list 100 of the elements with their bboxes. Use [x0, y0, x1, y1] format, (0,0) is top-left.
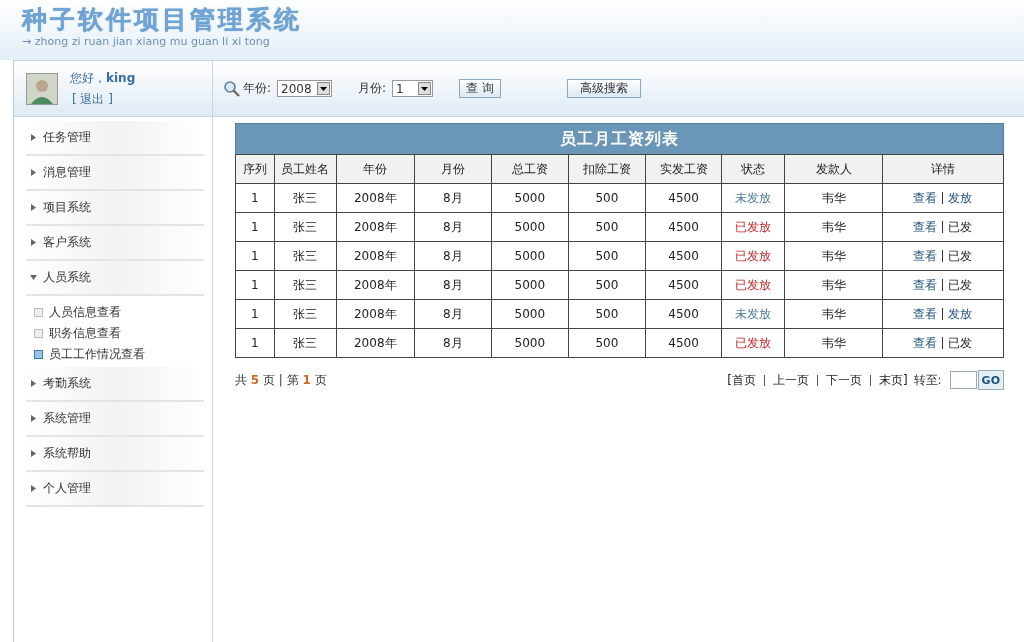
status-cell: 未发放	[721, 183, 785, 213]
sidebar-subitem[interactable]: 员工工作情况查看	[34, 346, 212, 363]
column-header: 总工资	[491, 154, 569, 184]
caret-right-icon	[30, 415, 37, 422]
view-link[interactable]: 查看	[913, 248, 938, 263]
table-cell: 1	[235, 270, 275, 300]
status-cell: 未发放	[721, 299, 785, 329]
column-header: 扣除工资	[568, 154, 646, 184]
table-cell: 韦华	[784, 299, 883, 329]
table-cell: 1	[235, 328, 275, 358]
table-cell: 张三	[274, 183, 337, 213]
year-select[interactable]: 2008	[277, 80, 333, 97]
avatar-icon	[26, 72, 58, 105]
caret-right-icon	[30, 204, 37, 211]
advanced-search-button[interactable]: 高级搜索	[566, 79, 641, 98]
table-cell: 8月	[414, 241, 492, 271]
table-cell: 5000	[491, 212, 569, 242]
sidebar-item[interactable]: 消息管理	[26, 156, 204, 191]
caret-right-icon	[30, 450, 37, 457]
column-header: 员工姓名	[274, 154, 337, 184]
sidebar-item[interactable]: 考勤系统	[26, 367, 204, 402]
table-cell: 5000	[491, 183, 569, 213]
table-cell: 1	[235, 241, 275, 271]
table-cell: 500	[568, 270, 646, 300]
query-button[interactable]: 查 询	[459, 79, 501, 98]
table-cell: 1	[235, 212, 275, 242]
table-cell: 5000	[491, 241, 569, 271]
table-cell: 500	[568, 183, 646, 213]
view-link[interactable]: 查看	[913, 190, 938, 205]
sidebar-item[interactable]: 系统管理	[26, 402, 204, 437]
status-cell: 已发放	[721, 270, 785, 300]
table-cell: 2008年	[336, 299, 415, 329]
table-cell: 500	[568, 328, 646, 358]
view-link[interactable]: 查看	[913, 219, 938, 234]
column-header: 序列	[235, 154, 275, 184]
sidebar-subitem[interactable]: 人员信息查看	[34, 304, 212, 321]
sidebar-item[interactable]: 客户系统	[26, 226, 204, 261]
app-title: 种子软件项目管理系统	[22, 4, 302, 35]
sidebar-item[interactable]: 系统帮助	[26, 437, 204, 472]
table-cell: 韦华	[784, 183, 883, 213]
table-cell: 500	[568, 241, 646, 271]
page-summary: 共 5 页 | 第 1 页	[235, 371, 327, 389]
view-link[interactable]: 查看	[913, 277, 938, 292]
sidebar-item[interactable]: 任务管理	[26, 121, 204, 156]
table-cell: 张三	[274, 270, 337, 300]
pay-link[interactable]: 发放	[948, 306, 973, 321]
greeting-text: 您好，king	[70, 69, 136, 87]
table-cell: 500	[568, 212, 646, 242]
table-cell: 5000	[491, 328, 569, 358]
table-cell: 韦华	[784, 270, 883, 300]
table-cell: 张三	[274, 328, 337, 358]
sidebar-subitem[interactable]: 职务信息查看	[34, 325, 212, 342]
caret-right-icon	[30, 134, 37, 141]
paid-label: 已发	[948, 248, 973, 263]
caret-right-icon	[30, 239, 37, 246]
column-header: 年份	[336, 154, 415, 184]
column-header: 实发工资	[645, 154, 722, 184]
table-cell: 2008年	[336, 212, 415, 242]
table-cell: 张三	[274, 241, 337, 271]
status-cell: 已发放	[721, 241, 785, 271]
caret-right-icon	[30, 380, 37, 387]
caret-down-icon	[30, 274, 37, 281]
pager-link[interactable]: 末页]	[878, 371, 908, 389]
table-cell: 8月	[414, 270, 492, 300]
caret-right-icon	[30, 169, 37, 176]
view-link[interactable]: 查看	[913, 335, 938, 350]
caret-down-icon	[421, 86, 429, 91]
table-cell: 2008年	[336, 270, 415, 300]
table-cell: 1	[235, 299, 275, 329]
go-button[interactable]: GO	[977, 370, 1004, 390]
sidebar-item[interactable]: 项目系统	[26, 191, 204, 226]
pager-link[interactable]: [首页	[727, 371, 756, 389]
status-cell: 已发放	[721, 328, 785, 358]
month-select[interactable]: 1	[392, 80, 434, 97]
table-title: 员工月工资列表	[235, 123, 1004, 154]
table-cell: 2008年	[336, 328, 415, 358]
table-cell: 8月	[414, 328, 492, 358]
table-cell: 4500	[645, 241, 722, 271]
paid-label: 已发	[948, 335, 973, 350]
table-cell: 4500	[645, 299, 722, 329]
table-cell: 500	[568, 299, 646, 329]
table-cell: 张三	[274, 299, 337, 329]
pay-link[interactable]: 发放	[948, 190, 973, 205]
search-icon	[223, 79, 241, 98]
table-cell: 4500	[645, 270, 722, 300]
sidebar-item[interactable]: 人员系统	[26, 261, 204, 296]
sidebar-item[interactable]: 个人管理	[26, 472, 204, 507]
view-link[interactable]: 查看	[913, 306, 938, 321]
page-input[interactable]	[949, 371, 977, 389]
table-cell: 4500	[645, 328, 722, 358]
pager-link[interactable]: 上一页	[772, 371, 809, 389]
table-cell: 5000	[491, 270, 569, 300]
table-cell: 2008年	[336, 183, 415, 213]
paid-label: 已发	[948, 219, 973, 234]
caret-down-icon	[320, 86, 328, 91]
logout-link[interactable]: [ 退出 ]	[70, 90, 136, 108]
table-cell: 韦华	[784, 212, 883, 242]
goto-label: 转至:	[913, 371, 942, 389]
pager-link[interactable]: 下一页	[825, 371, 862, 389]
table-cell: 4500	[645, 183, 722, 213]
